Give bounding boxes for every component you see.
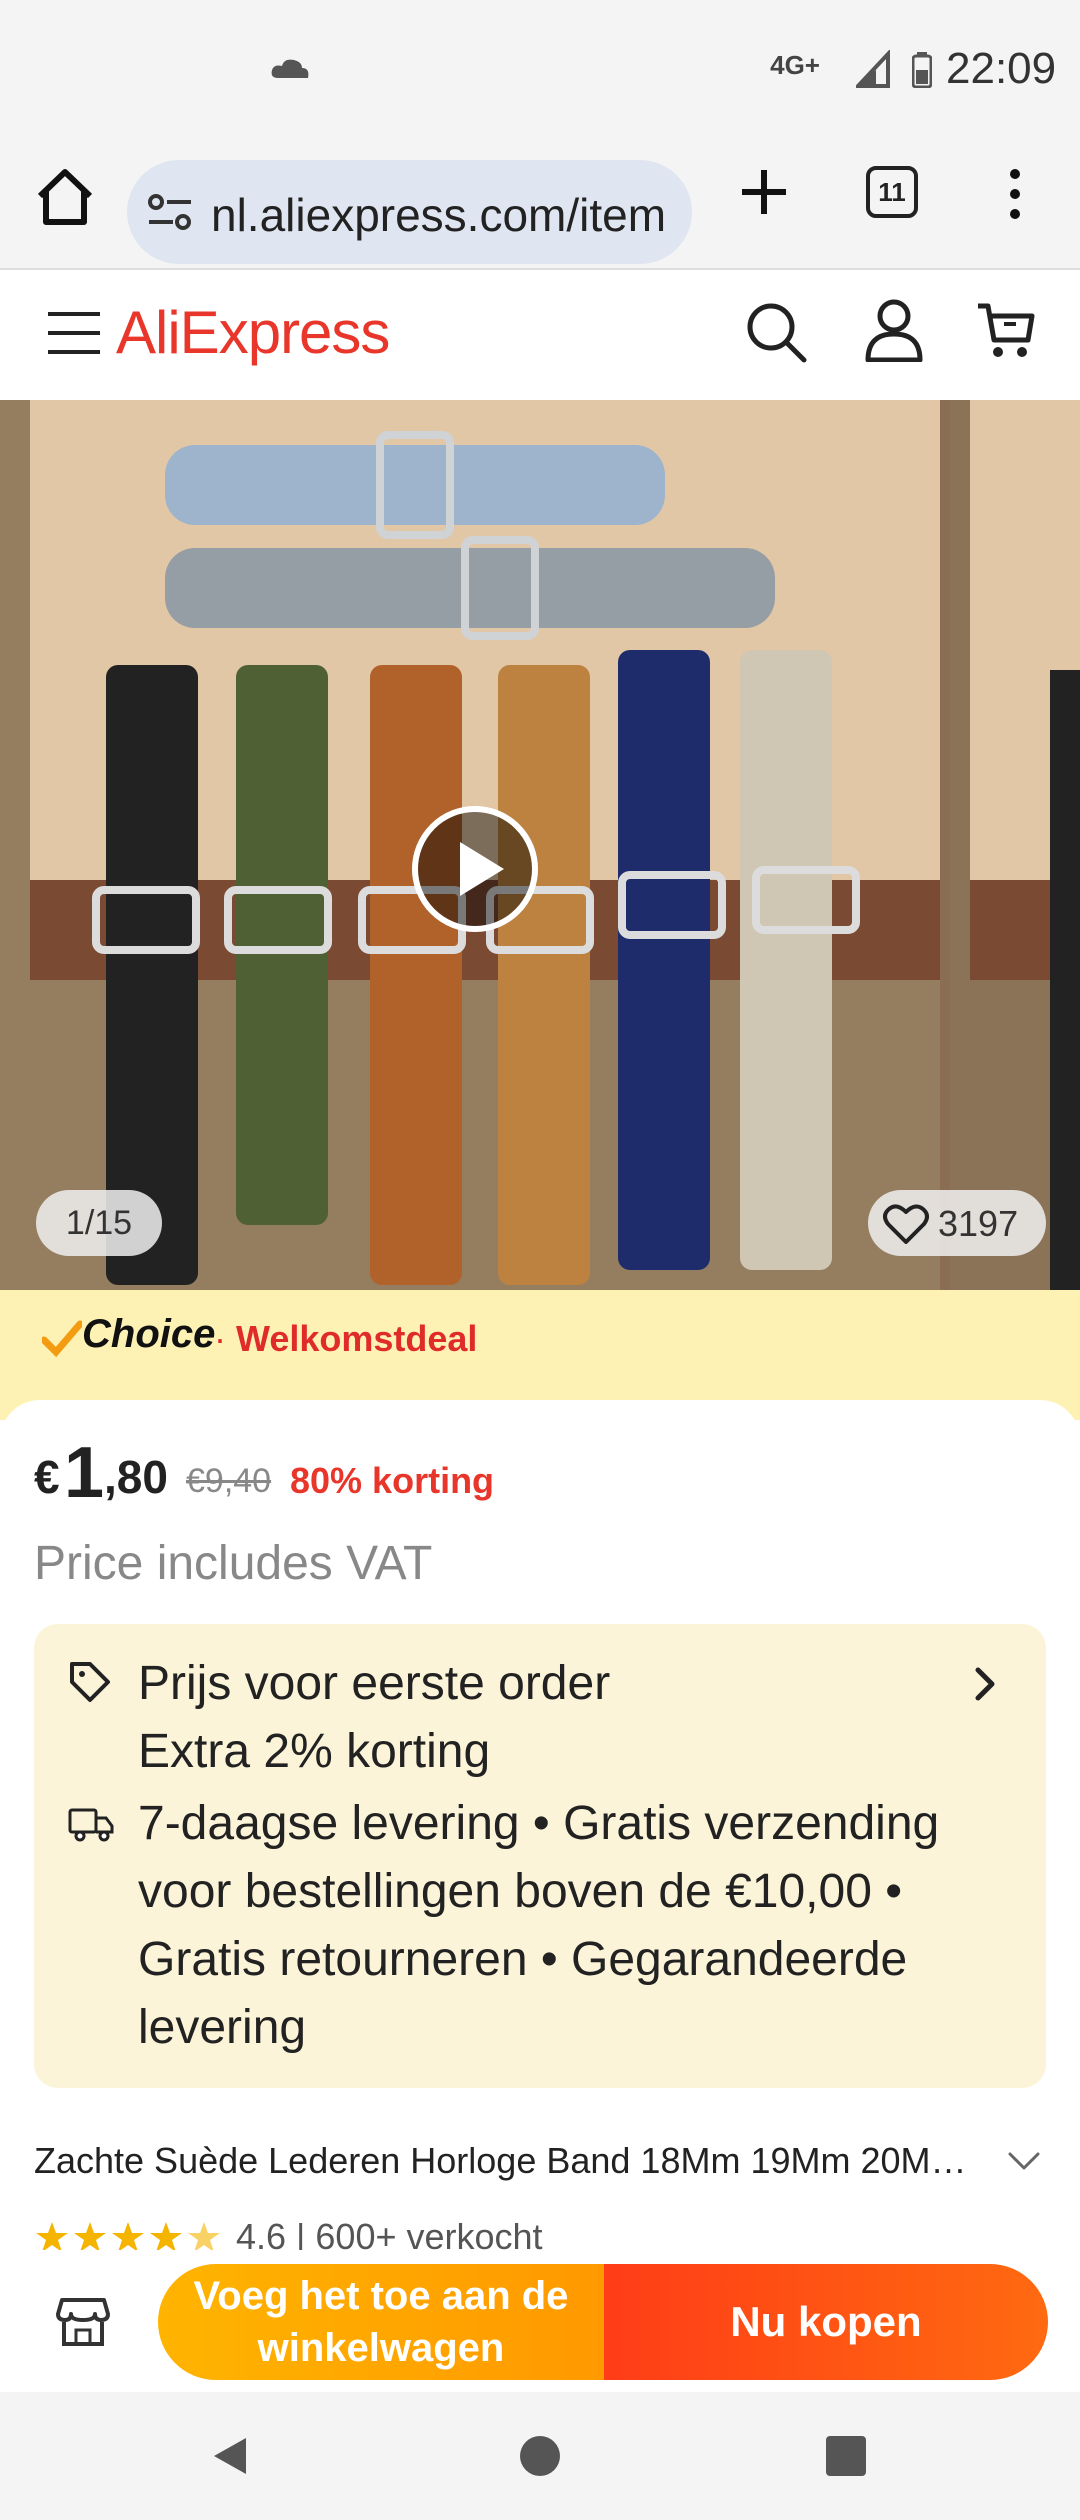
chevron-down-icon[interactable]	[1006, 2148, 1042, 2174]
price-decimal: ,80	[104, 1451, 168, 1503]
buy-now-button[interactable]: Nu kopen	[604, 2264, 1048, 2380]
price-currency: €	[34, 1451, 60, 1503]
shipping-info-text: 7-daagse levering • Gratis verzending vo…	[138, 1797, 940, 2054]
network-indicator: 4G+	[770, 50, 820, 80]
extra-discount-text: Extra 2% korting	[138, 1725, 491, 1778]
battery-icon	[912, 52, 932, 88]
add-to-cart-button[interactable]: Voeg het toe aan de winkelwagen	[158, 2264, 604, 2380]
play-video-icon[interactable]	[410, 804, 540, 934]
hamburger-menu-icon[interactable]	[46, 310, 102, 356]
account-icon[interactable]	[864, 298, 924, 362]
product-title[interactable]: Zachte Suède Lederen Horloge Band 18Mm 1…	[34, 2140, 984, 2182]
promo-info-box[interactable]: Prijs voor eerste order Extra 2% korting…	[34, 1624, 1046, 2088]
tab-switcher-button[interactable]: 11	[866, 166, 918, 218]
heart-icon[interactable]	[882, 1202, 930, 1246]
price-integer: 1	[64, 1433, 105, 1513]
search-icon[interactable]	[744, 300, 808, 364]
truck-icon	[68, 1808, 114, 1842]
checkmark-icon	[42, 1320, 82, 1358]
home-icon[interactable]	[30, 162, 100, 232]
cart-icon[interactable]	[976, 300, 1036, 360]
aliexpress-logo[interactable]: AliExpress	[116, 298, 390, 367]
cloud-icon	[271, 59, 309, 78]
clock: 22:09	[946, 44, 1057, 93]
new-tab-icon[interactable]	[736, 164, 792, 220]
separator: ·	[214, 1318, 226, 1359]
signal-icon	[856, 50, 890, 88]
site-settings-icon[interactable]	[147, 192, 193, 232]
wishlist-count: 3197	[938, 1203, 1019, 1244]
more-menu-icon[interactable]	[1000, 166, 1030, 222]
back-icon[interactable]	[210, 2434, 250, 2478]
welcome-deal-label: Welkomstdeal	[236, 1318, 478, 1359]
wishlist-button[interactable]: 3197	[868, 1190, 1046, 1256]
address-bar[interactable]: nl.aliexpress.com/item	[127, 160, 692, 264]
site-header: AliExpress	[0, 270, 1080, 400]
status-bar: 4G+ 22:09	[0, 0, 1080, 140]
chevron-right-icon[interactable]	[970, 1664, 1000, 1704]
product-details: € 1 ,80 €9,40 80% korting Price includes…	[0, 1400, 1080, 2260]
home-nav-icon[interactable]	[520, 2436, 560, 2476]
vat-note: Price includes VAT	[34, 1537, 433, 1590]
product-image-gallery[interactable]: 1/15 3197	[0, 400, 1080, 1290]
image-counter: 1/15	[36, 1190, 162, 1256]
system-navigation-bar	[0, 2392, 1080, 2520]
bottom-action-bar: Voeg het toe aan de winkelwagen Nu kopen	[0, 2250, 1080, 2390]
first-order-text: Prijs voor eerste order	[138, 1657, 611, 1710]
discount-label: 80% korting	[290, 1460, 495, 1501]
original-price: €9,40	[186, 1462, 272, 1500]
choice-label: Choice	[82, 1312, 216, 1356]
next-product-photo[interactable]	[950, 400, 1080, 1290]
store-icon[interactable]	[56, 2296, 110, 2348]
tag-icon	[70, 1662, 110, 1702]
recent-apps-icon[interactable]	[826, 2436, 866, 2476]
url-text[interactable]: nl.aliexpress.com/item	[211, 188, 681, 242]
browser-toolbar: nl.aliexpress.com/item 11	[0, 140, 1080, 270]
